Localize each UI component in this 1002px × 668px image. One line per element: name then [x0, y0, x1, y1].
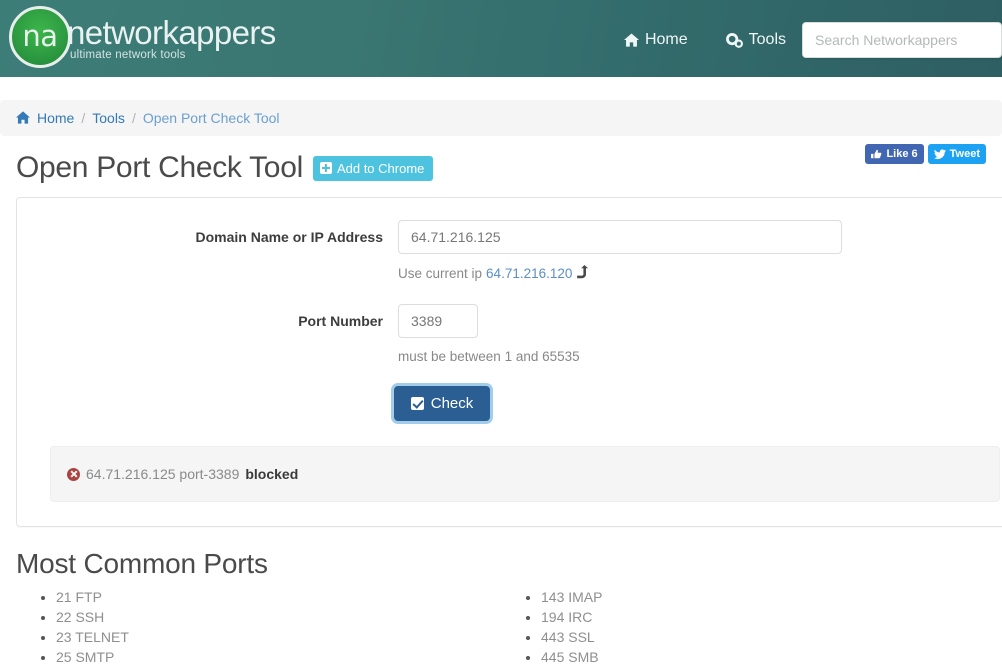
list-item: 143 IMAP [541, 587, 986, 607]
domain-input[interactable] [398, 220, 842, 254]
page-title-row: Open Port Check Tool Add to Chrome Like … [16, 151, 986, 185]
breadcrumb-home-icon [16, 110, 30, 126]
nav-item-home[interactable]: Home [624, 31, 688, 49]
logo-icon: na [9, 6, 71, 68]
facebook-like-button[interactable]: Like 6 [865, 144, 923, 164]
port-label: Port Number [17, 304, 398, 329]
result-text: 64.71.216.125 port-3389 [86, 466, 239, 482]
use-current-ip-help: Use current ip 64.71.216.120 [398, 265, 1002, 282]
site-header: na networkappers ultimate network tools … [0, 0, 1002, 77]
result-alert: 64.71.216.125 port-3389 blocked [50, 446, 1000, 502]
cogs-icon [726, 33, 743, 48]
checkbox-icon [411, 397, 424, 410]
error-circle-icon [67, 468, 80, 481]
common-ports-left-list: 21 FTP 22 SSH 23 TELNET 25 SMTP 53 DNS [16, 587, 501, 668]
plus-icon [320, 162, 332, 174]
common-ports-columns: 21 FTP 22 SSH 23 TELNET 25 SMTP 53 DNS 1… [16, 587, 986, 668]
brand-text: networkappers ultimate network tools [67, 13, 276, 62]
breadcrumb: Home / Tools / Open Port Check Tool [0, 100, 1002, 136]
page-title: Open Port Check Tool [16, 153, 303, 183]
breadcrumb-item-current: Open Port Check Tool [143, 110, 280, 126]
port-check-panel: Domain Name or IP Address Use current ip… [16, 197, 1002, 527]
breadcrumb-item-tools[interactable]: Tools [92, 110, 125, 126]
thumbs-up-icon [871, 149, 882, 160]
common-ports-left-column: 21 FTP 22 SSH 23 TELNET 25 SMTP 53 DNS [16, 587, 501, 668]
nav-item-tools-label: Tools [749, 31, 786, 49]
tweet-button[interactable]: Tweet [928, 144, 986, 164]
nav-item-home-label: Home [645, 31, 688, 49]
search-input[interactable] [802, 22, 1002, 58]
home-icon [624, 33, 639, 47]
list-item: 23 TELNET [56, 627, 501, 647]
list-item: 194 IRC [541, 607, 986, 627]
port-help-text: must be between 1 and 65535 [398, 349, 1002, 364]
breadcrumb-item-home[interactable]: Home [37, 110, 74, 126]
domain-field-row: Domain Name or IP Address Use current ip… [17, 220, 1002, 282]
check-button-label: Check [431, 395, 474, 412]
common-ports-heading: Most Common Ports [16, 548, 986, 580]
list-item: 22 SSH [56, 607, 501, 627]
facebook-like-label: Like 6 [886, 148, 917, 160]
logo-initials: na [22, 22, 57, 51]
common-ports-right-column: 143 IMAP 194 IRC 443 SSL 445 SMB 1433 MS… [501, 587, 986, 668]
add-to-chrome-button[interactable]: Add to Chrome [313, 156, 433, 181]
breadcrumb-separator: / [81, 110, 85, 126]
list-item: 21 FTP [56, 587, 501, 607]
page-container: Open Port Check Tool Add to Chrome Like … [0, 151, 1002, 668]
use-current-ip-link[interactable]: 64.71.216.120 [486, 266, 572, 281]
brand-tagline: ultimate network tools [70, 50, 276, 62]
port-field-row: Port Number must be between 1 and 65535 [17, 304, 1002, 364]
add-to-chrome-label: Add to Chrome [337, 161, 424, 176]
submit-row: Check [17, 386, 1002, 421]
nav-item-tools[interactable]: Tools [726, 31, 786, 49]
level-up-icon[interactable] [576, 265, 588, 282]
social-buttons: Like 6 Tweet [865, 144, 986, 164]
twitter-icon [934, 149, 946, 160]
list-item: 25 SMTP [56, 647, 501, 667]
result-status: blocked [245, 466, 298, 482]
domain-label: Domain Name or IP Address [17, 220, 398, 245]
brand-name: networkappers [67, 16, 276, 49]
common-ports-right-list: 143 IMAP 194 IRC 443 SSL 445 SMB 1433 MS… [501, 587, 986, 668]
domain-field-group: Use current ip 64.71.216.120 [398, 220, 1002, 282]
port-field-group: must be between 1 and 65535 [398, 304, 1002, 364]
use-current-ip-prefix: Use current ip [398, 266, 482, 281]
tweet-label: Tweet [950, 148, 980, 160]
port-input[interactable] [398, 304, 478, 338]
main-nav: Home Tools [624, 22, 1002, 58]
brand-logo[interactable]: na networkappers ultimate network tools [9, 6, 276, 68]
list-item: 445 SMB [541, 647, 986, 667]
list-item: 443 SSL [541, 627, 986, 647]
check-button[interactable]: Check [394, 386, 491, 421]
breadcrumb-separator: / [132, 110, 136, 126]
